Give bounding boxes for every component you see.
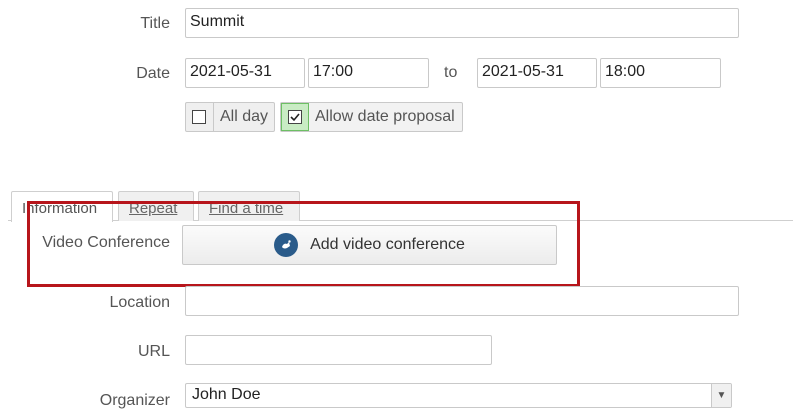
end-date-input[interactable]: 2021-05-31 (477, 58, 597, 88)
title-input[interactable]: Summit (185, 8, 739, 38)
location-label: Location (109, 294, 171, 311)
start-date-input[interactable]: 2021-05-31 (185, 58, 305, 88)
start-time-input[interactable]: 17:00 (308, 58, 429, 88)
date-label: Date (136, 65, 170, 82)
chevron-down-icon[interactable]: ▼ (711, 384, 731, 407)
all-day-toggle[interactable]: All day (185, 102, 275, 132)
all-day-checkbox[interactable] (186, 103, 214, 131)
highlight-box (27, 201, 580, 287)
allow-date-proposal-checkbox[interactable] (281, 103, 309, 131)
organizer-value: John Doe (192, 386, 261, 403)
check-icon (288, 110, 302, 124)
allow-date-proposal-toggle[interactable]: Allow date proposal (280, 102, 463, 132)
url-input[interactable] (185, 335, 492, 365)
url-label: URL (137, 343, 170, 360)
all-day-label: All day (219, 108, 269, 125)
date-range-separator: to (444, 64, 458, 81)
organizer-select[interactable]: John Doe ▼ (185, 383, 732, 408)
location-input[interactable] (185, 286, 739, 316)
end-time-input[interactable]: 18:00 (600, 58, 721, 88)
allow-date-proposal-label: Allow date proposal (315, 108, 455, 125)
checkbox-empty-icon (192, 110, 207, 124)
organizer-label: Organizer (99, 392, 170, 409)
title-label: Title (140, 15, 170, 32)
